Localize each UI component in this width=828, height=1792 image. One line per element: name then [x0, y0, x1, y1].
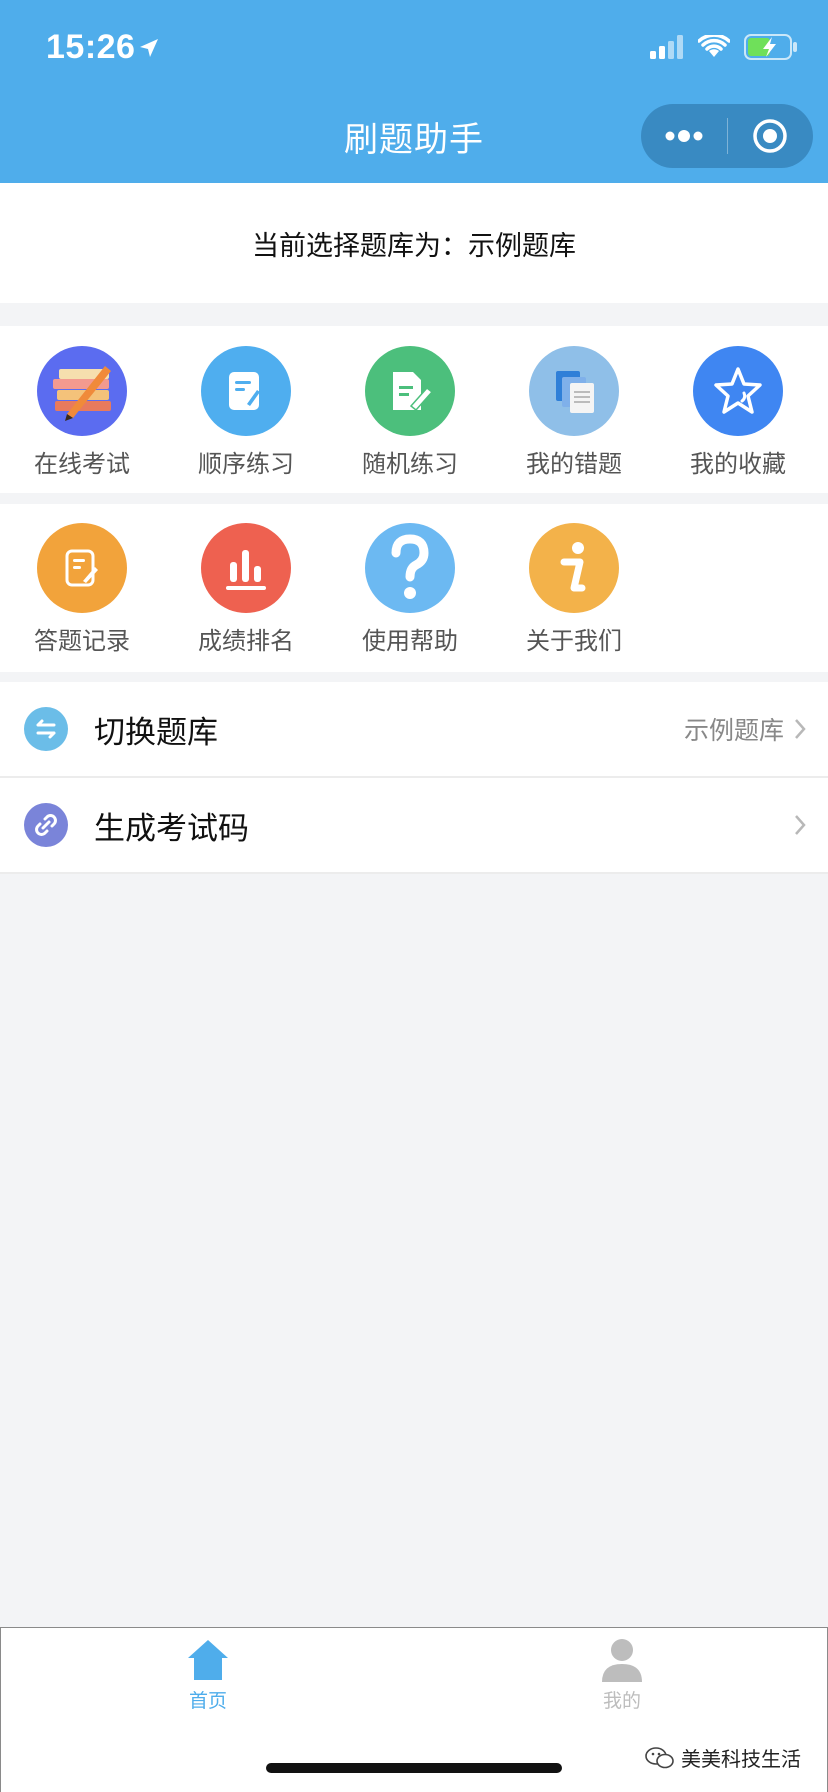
tab-home[interactable]: 首页 [148, 1636, 268, 1713]
switch-bank-title: 切换题库 [94, 714, 218, 751]
switch-bank-row[interactable]: 切换题库 示例题库 [0, 682, 828, 776]
error-docs-icon [529, 346, 619, 436]
wechat-icon [645, 1746, 674, 1768]
tab-mine[interactable]: 我的 [562, 1636, 682, 1713]
switch-icon [24, 707, 68, 751]
grid-label: 顺序练习 [198, 450, 294, 478]
grid-item-sequential-practice[interactable]: 顺序练习 [164, 346, 328, 479]
help-icon [365, 523, 455, 613]
current-bank-banner: 当前选择题库为：示例题库 [0, 183, 828, 303]
tab-home-label: 首页 [188, 1690, 227, 1712]
star-icon [693, 346, 783, 436]
signal-icon [650, 35, 683, 59]
bar-chart-icon [201, 523, 291, 613]
current-bank-text: 当前选择题库为：示例题库 [252, 230, 576, 262]
target-circle-icon [753, 119, 787, 153]
grid-item-my-favorites[interactable]: 我的收藏 [656, 346, 820, 479]
exam-books-icon [37, 346, 127, 436]
grid-label: 随机练习 [362, 450, 458, 478]
grid-item-random-practice[interactable]: 随机练习 [328, 346, 492, 479]
grid-item-online-exam[interactable]: 在线考试 [0, 346, 164, 479]
tab-mine-label: 我的 [602, 1690, 641, 1712]
battery-charging-icon [744, 34, 797, 60]
generate-exam-code-row[interactable]: 生成考试码 [0, 778, 828, 872]
location-arrow-icon [140, 39, 158, 57]
grid-label: 我的错题 [526, 450, 622, 478]
user-icon [602, 1639, 642, 1682]
mini-program-capsule [641, 104, 813, 168]
grid-item-score-ranking[interactable]: 成绩排名 [164, 523, 328, 656]
grid-label: 我的收藏 [690, 450, 786, 478]
grid-label: 答题记录 [34, 627, 130, 655]
grid-label: 在线考试 [34, 450, 130, 478]
close-button[interactable] [728, 104, 814, 168]
feature-grid-row-2: 答题记录 成绩排名 使用帮助 关于我们 [0, 504, 828, 672]
grid-label: 使用帮助 [362, 627, 458, 655]
wifi-icon [698, 35, 730, 57]
info-icon [529, 523, 619, 613]
grid-item-help[interactable]: 使用帮助 [328, 523, 492, 656]
more-dots-icon [665, 130, 703, 142]
record-icon [37, 523, 127, 613]
list-divider [0, 872, 828, 874]
more-button[interactable] [641, 104, 727, 168]
random-doc-icon [365, 346, 455, 436]
feature-grid-row-1: 在线考试 顺序练习 随机练习 我的错题 我的收藏 [0, 326, 828, 493]
status-indicators [650, 34, 798, 60]
home-indicator [266, 1763, 562, 1773]
watermark: 美美科技生活 [645, 1743, 801, 1772]
chevron-right-icon [795, 719, 806, 739]
grid-label: 成绩排名 [198, 627, 294, 655]
link-icon [24, 803, 68, 847]
grid-label: 关于我们 [526, 627, 622, 655]
edit-note-icon [201, 346, 291, 436]
exam-code-title: 生成考试码 [94, 810, 249, 847]
grid-item-answer-records[interactable]: 答题记录 [0, 523, 164, 656]
home-icon [188, 1640, 228, 1680]
app-header: 15:26 刷题助手 [0, 0, 828, 183]
switch-bank-value: 示例题库 [683, 716, 784, 745]
grid-item-my-mistakes[interactable]: 我的错题 [492, 346, 656, 479]
watermark-text: 美美科技生活 [681, 1747, 801, 1771]
grid-item-about-us[interactable]: 关于我们 [492, 523, 656, 656]
status-time: 15:26 [46, 28, 136, 66]
chevron-right-icon [795, 815, 806, 835]
